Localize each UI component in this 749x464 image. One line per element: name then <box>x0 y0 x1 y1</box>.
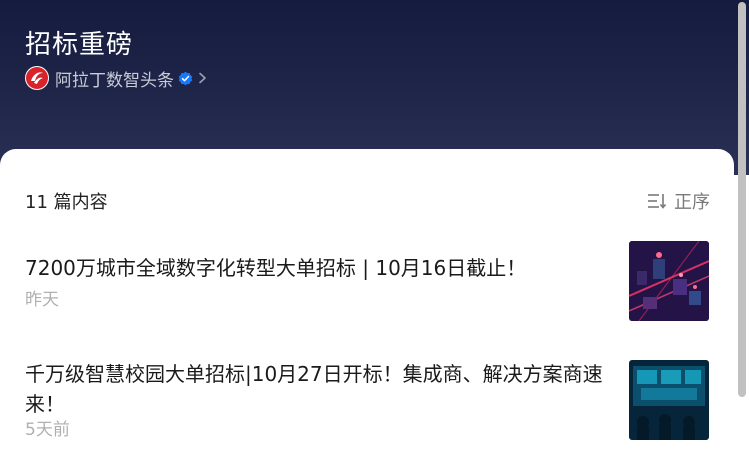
article-time: 昨天 <box>25 290 59 310</box>
account-name: 阿拉丁数智头条 <box>55 70 174 91</box>
scrollbar-thumb[interactable] <box>738 2 746 397</box>
article-time: 5天前 <box>25 420 70 440</box>
list-item[interactable]: 7200万城市全域数字化转型大单招标 | 10月16日截止！ 昨天 <box>25 253 711 310</box>
article-count: 11 篇内容 <box>25 192 108 213</box>
sort-icon <box>648 194 667 209</box>
smart-city-thumbnail[interactable] <box>629 241 709 321</box>
sort-toggle[interactable]: 正序 <box>647 188 710 214</box>
smart-campus-thumbnail[interactable] <box>629 360 709 440</box>
aladdin-logo-icon <box>25 66 49 90</box>
scrollbar[interactable] <box>735 0 749 464</box>
sort-label: 正序 <box>674 192 710 213</box>
chevron-right-icon <box>199 72 206 84</box>
verified-badge-icon <box>178 71 193 85</box>
page: 招标重磅 阿拉丁数智头条 11 篇内容 正序 7200万城市全域数字化转型大单招… <box>0 0 749 464</box>
article-title: 千万级智慧校园大单招标|10月27日开标！集成商、解决方案商速来！ <box>25 362 603 416</box>
account-link[interactable]: 阿拉丁数智头条 <box>25 65 207 91</box>
content-card: 11 篇内容 正序 7200万城市全域数字化转型大单招标 | 10月16日截止！… <box>0 149 734 464</box>
page-title: 招标重磅 <box>25 30 134 60</box>
list-item[interactable]: 千万级智慧校园大单招标|10月27日开标！集成商、解决方案商速来！ 5天前 <box>25 359 711 440</box>
article-title: 7200万城市全域数字化转型大单招标 | 10月16日截止！ <box>25 256 527 280</box>
